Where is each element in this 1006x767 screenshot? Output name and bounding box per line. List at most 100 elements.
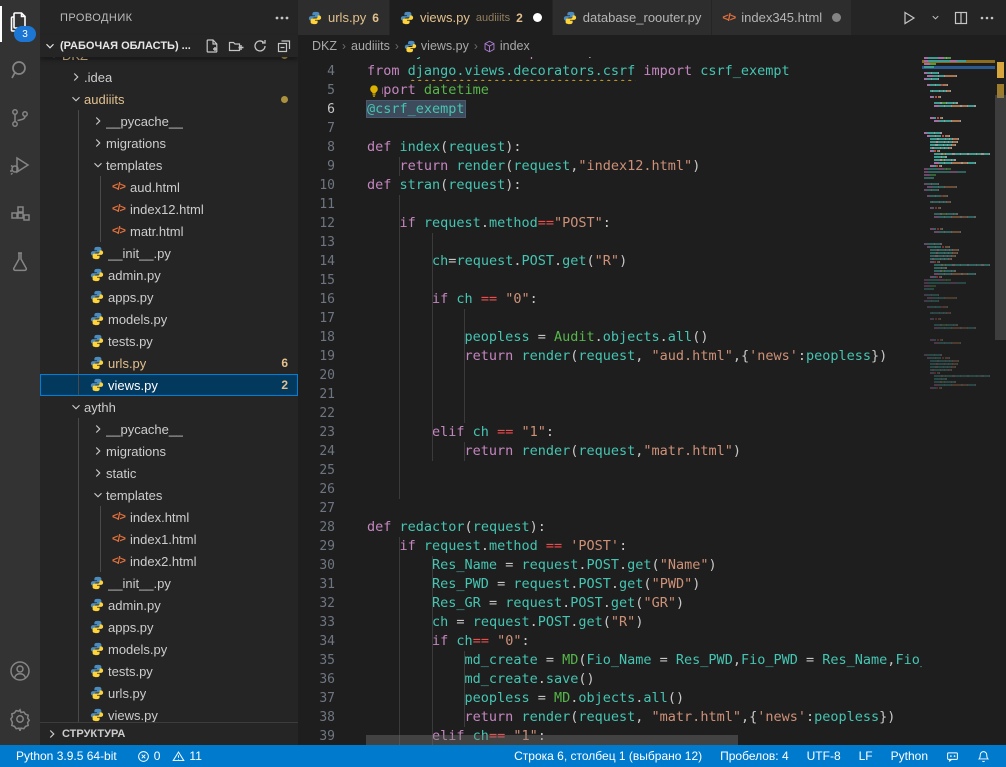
breadcrumb-item-audiiits[interactable]: audiiits xyxy=(351,39,390,53)
tree-item-tests.py[interactable]: tests.py xyxy=(40,660,298,682)
python-file-icon xyxy=(563,11,577,25)
line-number: 28 xyxy=(298,518,352,537)
activity-item-testing[interactable] xyxy=(0,240,40,288)
collapse-all-icon[interactable] xyxy=(276,38,292,54)
tab-label: views.py xyxy=(420,10,470,25)
status-problems[interactable]: 011 xyxy=(131,745,208,767)
horizontal-scrollbar[interactable] xyxy=(366,735,738,745)
status-eol[interactable]: LF xyxy=(853,745,879,767)
line-number: 39 xyxy=(298,727,352,745)
tree-item-aythh[interactable]: aythh xyxy=(40,396,298,418)
tree-item-__pycache__[interactable]: __pycache__ xyxy=(40,418,298,440)
breadcrumb-item-DKZ[interactable]: DKZ xyxy=(312,39,337,53)
line-number: 32 xyxy=(298,594,352,613)
code-line-11: 11 xyxy=(298,195,922,214)
line-number: 4 xyxy=(298,62,352,81)
tree-item-index2.html[interactable]: </>index2.html xyxy=(40,550,298,572)
tab-label: urls.py xyxy=(328,10,366,25)
activity-item-search[interactable] xyxy=(0,48,40,96)
status-feedback[interactable] xyxy=(940,745,965,767)
html-file-icon: </> xyxy=(722,12,735,24)
activity-item-settings[interactable] xyxy=(0,697,40,745)
scrollbar-slider[interactable] xyxy=(995,95,1006,340)
editor-actions xyxy=(898,0,1006,35)
python-file-icon xyxy=(308,11,322,25)
line-number: 23 xyxy=(298,423,352,442)
tree-item-__init__.py[interactable]: __init__.py xyxy=(40,242,298,264)
activity-item-extensions[interactable] xyxy=(0,192,40,240)
tree-item-urls.py[interactable]: urls.py xyxy=(40,682,298,704)
code-line-32: 32 Res_GR = request.POST.get("GR") xyxy=(298,594,922,613)
tree-item-aud.html[interactable]: </>aud.html xyxy=(40,176,298,198)
split-editor-icon[interactable] xyxy=(950,7,972,29)
breadcrumb[interactable]: DKZ›audiiits›views.py›index xyxy=(298,35,1006,57)
tree-item-label: __init__.py xyxy=(108,246,171,261)
html-file-icon: </> xyxy=(112,533,130,545)
refresh-icon[interactable] xyxy=(252,38,268,54)
chevron-right-icon xyxy=(90,444,106,458)
outline-section-header[interactable]: СТРУКТУРА xyxy=(40,722,298,745)
status-language-mode[interactable]: Python xyxy=(885,745,934,767)
status-python-interpreter[interactable]: Python 3.9.5 64-bit xyxy=(10,745,123,767)
line-number: 11 xyxy=(298,195,352,214)
breadcrumb-item-views.py[interactable]: views.py xyxy=(404,39,469,53)
tree-item-index12.html[interactable]: </>index12.html xyxy=(40,198,298,220)
code-line-31: 31 Res_PWD = request.POST.get("PWD") xyxy=(298,575,922,594)
tree-item-models.py[interactable]: models.py xyxy=(40,638,298,660)
dirty-indicator[interactable] xyxy=(832,13,841,22)
modified-dot xyxy=(281,96,288,103)
status-cursor-position[interactable]: Строка 6, столбец 1 (выбрано 12) xyxy=(508,745,708,767)
tree-item-tests.py[interactable]: tests.py xyxy=(40,330,298,352)
activity-item-accounts[interactable] xyxy=(0,649,40,697)
tree-item-migrations[interactable]: migrations xyxy=(40,440,298,462)
new-file-icon[interactable] xyxy=(204,38,220,54)
tab-urls.py[interactable]: urls.py6 xyxy=(298,0,390,35)
code-editor[interactable]: 3from aythh.models import MD,Audit4from … xyxy=(298,57,922,745)
tree-item-static[interactable]: static xyxy=(40,462,298,484)
line-number: 26 xyxy=(298,480,352,499)
activity-item-explorer[interactable]: 3 xyxy=(0,0,40,48)
tree-item-apps.py[interactable]: apps.py xyxy=(40,286,298,308)
tree-item-__init__.py[interactable]: __init__.py xyxy=(40,572,298,594)
status-indentation[interactable]: Пробелов: 4 xyxy=(714,745,795,767)
tree-item-urls.py[interactable]: urls.py6 xyxy=(40,352,298,374)
tree-item-templates[interactable]: templates xyxy=(40,154,298,176)
activity-item-run-and-debug[interactable] xyxy=(0,144,40,192)
activity-item-source-control[interactable] xyxy=(0,96,40,144)
tree-item-admin.py[interactable]: admin.py xyxy=(40,264,298,286)
status-encoding[interactable]: UTF-8 xyxy=(801,745,847,767)
code-line-37: 37 peopless = MD.objects.all() xyxy=(298,689,922,708)
tab-database_roouter.py[interactable]: database_roouter.py xyxy=(553,0,713,35)
run-icon[interactable] xyxy=(898,7,920,29)
code-line-29: 29 if request.method == 'POST': xyxy=(298,537,922,556)
vertical-scrollbar[interactable] xyxy=(995,0,1006,745)
tree-item-views.py[interactable]: views.py2 xyxy=(40,374,298,396)
tree-item-audiiits[interactable]: audiiits xyxy=(40,88,298,110)
tree-item-.idea[interactable]: .idea xyxy=(40,66,298,88)
tab-index345.html[interactable]: </>index345.html xyxy=(712,0,852,35)
tree-item-admin.py[interactable]: admin.py xyxy=(40,594,298,616)
line-number: 9 xyxy=(298,157,352,176)
workspace-section-header[interactable]: (РАБОЧАЯ ОБЛАСТЬ) ... xyxy=(40,35,298,57)
lightbulb-icon[interactable] xyxy=(365,82,382,99)
new-folder-icon[interactable] xyxy=(228,38,244,54)
dirty-indicator[interactable] xyxy=(533,13,542,22)
tree-item-__pycache__[interactable]: __pycache__ xyxy=(40,110,298,132)
tree-item-index1.html[interactable]: </>index1.html xyxy=(40,528,298,550)
tree-item-models.py[interactable]: models.py xyxy=(40,308,298,330)
chevron-down-icon[interactable] xyxy=(924,7,946,29)
breadcrumb-item-index[interactable]: index xyxy=(483,39,530,53)
python-file-icon xyxy=(404,40,417,53)
tree-item-DKZ[interactable]: DKZ xyxy=(40,57,298,66)
minimap[interactable] xyxy=(922,57,995,745)
tree-item-migrations[interactable]: migrations xyxy=(40,132,298,154)
line-number: 5 xyxy=(298,81,352,100)
tab-views.py[interactable]: views.pyaudiiits2 xyxy=(390,0,553,35)
tree-item-index.html[interactable]: </>index.html xyxy=(40,506,298,528)
tree-item-matr.html[interactable]: </>matr.html xyxy=(40,220,298,242)
more-actions-icon[interactable] xyxy=(274,10,290,26)
tree-item-views.py[interactable]: views.py xyxy=(40,704,298,723)
tree-item-apps.py[interactable]: apps.py xyxy=(40,616,298,638)
tree-item-templates[interactable]: templates xyxy=(40,484,298,506)
status-notifications[interactable] xyxy=(971,745,996,767)
